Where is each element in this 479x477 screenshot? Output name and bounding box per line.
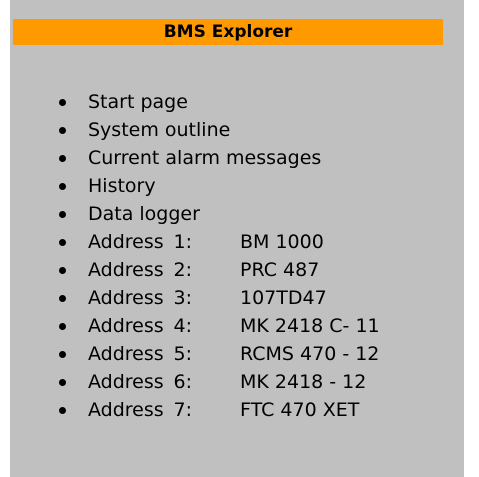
address-number[interactable]: 1:	[168, 228, 193, 256]
bullet-icon	[59, 323, 66, 330]
address-number[interactable]: 4:	[168, 312, 193, 340]
bullet-icon	[59, 295, 66, 302]
address-number[interactable]: 6:	[168, 368, 193, 396]
bullet-icon	[59, 351, 66, 358]
bullet-icon	[59, 183, 66, 190]
address-device-link[interactable]: FTC 470 XET	[240, 396, 359, 424]
bullet-icon	[59, 127, 66, 134]
address-number[interactable]: 7:	[168, 396, 193, 424]
current-alarm-messages-link[interactable]: Current alarm messages	[88, 144, 321, 172]
bullet-icon	[59, 379, 66, 386]
bullet-icon	[59, 267, 66, 274]
address-device-link[interactable]: 107TD47	[240, 284, 327, 312]
address-device-link[interactable]: RCMS 470 - 12	[240, 340, 379, 368]
bullet-icon	[59, 99, 66, 106]
history-link[interactable]: History	[88, 172, 156, 200]
address-label[interactable]: Address	[88, 256, 164, 284]
bullet-icon	[59, 211, 66, 218]
address-label[interactable]: Address	[88, 368, 164, 396]
page-title: BMS Explorer	[13, 19, 443, 45]
bullet-icon	[59, 407, 66, 414]
address-label[interactable]: Address	[88, 340, 164, 368]
bullet-icon	[59, 239, 66, 246]
address-number[interactable]: 2:	[168, 256, 193, 284]
address-label[interactable]: Address	[88, 396, 164, 424]
address-label[interactable]: Address	[88, 228, 164, 256]
bullet-icon	[59, 155, 66, 162]
data-logger-link[interactable]: Data logger	[88, 200, 200, 228]
address-device-link[interactable]: MK 2418 C- 11	[240, 312, 380, 340]
address-label[interactable]: Address	[88, 284, 164, 312]
address-number[interactable]: 3:	[168, 284, 193, 312]
address-label[interactable]: Address	[88, 312, 164, 340]
start-page-link[interactable]: Start page	[88, 88, 188, 116]
address-device-link[interactable]: MK 2418 - 12	[240, 368, 366, 396]
address-device-link[interactable]: BM 1000	[240, 228, 324, 256]
address-number[interactable]: 5:	[168, 340, 193, 368]
system-outline-link[interactable]: System outline	[88, 116, 230, 144]
address-device-link[interactable]: PRC 487	[240, 256, 319, 284]
bms-explorer-panel: BMS Explorer Start page System outline C…	[10, 0, 464, 477]
